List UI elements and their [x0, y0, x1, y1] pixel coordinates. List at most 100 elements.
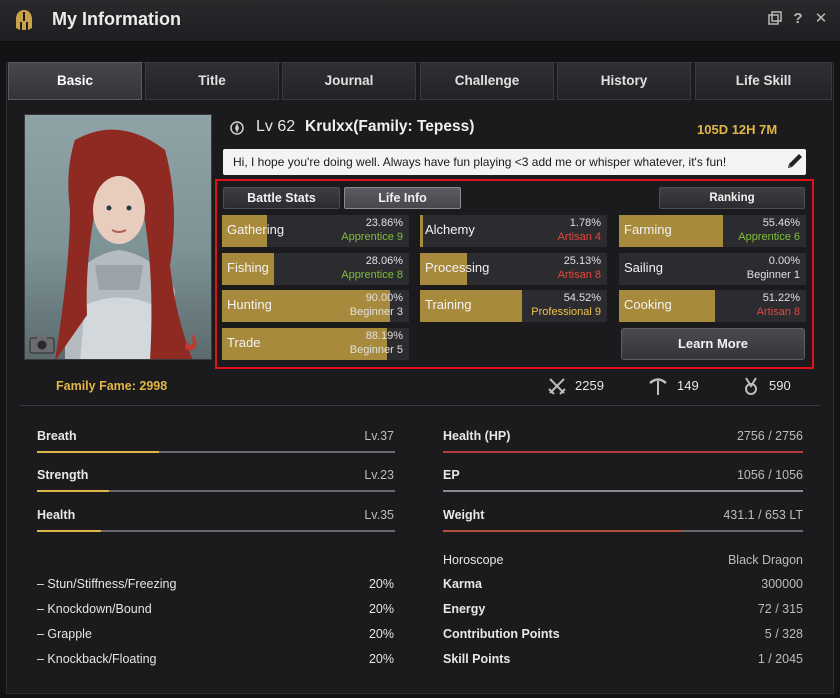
skill-rank: Apprentice 9: [341, 231, 403, 243]
hp-value: 2756 / 2756: [736, 429, 803, 443]
life-skill-training[interactable]: Training 54.52% Professional 9: [420, 290, 607, 322]
skill-percent: 25.13%: [563, 255, 601, 267]
skill-name: Farming: [624, 222, 672, 237]
skill-rank: Apprentice 6: [738, 231, 800, 243]
strength-bar: [37, 490, 395, 492]
resistance-label: – Stun/Stiffness/Freezing: [37, 577, 177, 591]
skill-progress-fill: [420, 215, 424, 247]
weight-bar-fill: [443, 530, 681, 532]
weight-bar: [443, 530, 803, 532]
skill-percent: 51.22%: [762, 292, 800, 304]
skill-name: Sailing: [624, 260, 664, 275]
ep-bar-fill: [443, 490, 803, 492]
camera-icon[interactable]: [29, 334, 55, 354]
life-skill-farming[interactable]: Farming 55.46% Apprentice 6: [619, 215, 806, 247]
skill-points-label: Skill Points: [443, 652, 511, 666]
skill-rank: Beginner 5: [349, 344, 403, 356]
resistance-label: – Grapple: [37, 627, 92, 641]
playtime: 105D 12H 7M: [697, 122, 778, 137]
resistance-label: – Knockback/Floating: [37, 652, 157, 666]
resistance-value: 20%: [368, 627, 394, 641]
tab-title[interactable]: Title: [145, 62, 279, 100]
tab-history[interactable]: History: [557, 62, 691, 100]
skill-rank: Beginner 3: [349, 306, 403, 318]
karma-label: Karma: [443, 577, 482, 591]
bio-field[interactable]: Hi, I hope you're doing well. Always hav…: [223, 149, 806, 175]
breath-bar-fill: [37, 451, 159, 453]
strength-label: Strength: [37, 468, 89, 482]
skill-name: Alchemy: [425, 222, 475, 237]
health-bar: [37, 530, 395, 532]
pickaxe-icon: [649, 378, 667, 395]
tab-life-info[interactable]: Life Info: [344, 187, 461, 209]
ep-value: 1056 / 1056: [736, 468, 803, 482]
life-skill-processing[interactable]: Processing 25.13% Artisan 8: [420, 253, 607, 285]
life-skill-fishing[interactable]: Fishing 28.06% Apprentice 8: [222, 253, 409, 285]
character-portrait: [24, 114, 212, 360]
skill-name: Fishing: [227, 260, 269, 275]
skill-name: Trade: [227, 335, 261, 350]
skill-points-value: 1 / 2045: [757, 652, 803, 666]
life-skill-trade[interactable]: Trade 88.19% Beginner 5: [222, 328, 409, 360]
skill-name: Training: [425, 297, 472, 312]
energy-value: 72 / 315: [757, 602, 803, 616]
skill-percent: 1.78%: [569, 217, 601, 229]
life-skill-cooking[interactable]: Cooking 51.22% Artisan 8: [619, 290, 806, 322]
close-icon[interactable]: ✕: [812, 10, 830, 28]
weight-label: Weight: [443, 508, 485, 522]
skill-percent: 54.52%: [563, 292, 601, 304]
skill-name: Processing: [425, 260, 490, 275]
tab-basic[interactable]: Basic: [8, 62, 142, 100]
life-skill-sailing[interactable]: Sailing 0.00% Beginner 1: [619, 253, 806, 285]
skill-name: Gathering: [227, 222, 285, 237]
skill-rank: Artisan 4: [557, 231, 601, 243]
resistance-value: 20%: [368, 652, 394, 666]
skill-percent: 55.46%: [762, 217, 800, 229]
skill-percent: 0.00%: [768, 255, 800, 267]
skill-percent: 88.19%: [365, 330, 403, 342]
section-divider: [20, 405, 820, 406]
skill-rank: Apprentice 8: [341, 269, 403, 281]
contribution-points-value: 5 / 328: [764, 627, 803, 641]
character-family-name: Krulxx(Family: Tepess): [305, 118, 475, 135]
hp-bar-fill: [443, 451, 803, 453]
skill-rank: Professional 9: [531, 306, 601, 318]
hp-label: Health (HP): [443, 429, 511, 443]
tab-journal[interactable]: Journal: [282, 62, 416, 100]
health-level: Lv.35: [364, 508, 394, 522]
resistance-value: 20%: [368, 577, 394, 591]
health-bar-fill: [37, 530, 102, 532]
tab-battle-stats[interactable]: Battle Stats: [223, 187, 340, 209]
skill-percent: 23.86%: [365, 217, 403, 229]
life-fame-value: 149: [677, 378, 699, 393]
ranking-button[interactable]: Ranking: [659, 187, 805, 209]
breath-level: Lv.37: [364, 429, 394, 443]
skill-rank: Beginner 1: [746, 269, 800, 281]
learn-more-button[interactable]: Learn More: [621, 328, 805, 360]
horoscope-value: Black Dragon: [727, 553, 803, 567]
hp-bar: [443, 451, 803, 453]
combat-fame-value: 2259: [575, 378, 604, 393]
helmet-logo-icon: [16, 10, 32, 30]
life-skill-alchemy[interactable]: Alchemy 1.78% Artisan 4: [420, 215, 607, 247]
help-icon[interactable]: ?: [789, 10, 807, 28]
edit-pencil-icon[interactable]: [785, 151, 805, 171]
resistance-value: 20%: [368, 602, 394, 616]
crossed-swords-icon: [548, 378, 566, 395]
ep-label: EP: [443, 468, 460, 482]
skill-percent: 28.06%: [365, 255, 403, 267]
popout-icon[interactable]: [766, 10, 784, 28]
breath-label: Breath: [37, 429, 77, 443]
strength-bar-fill: [37, 490, 109, 492]
skill-percent: 90.00%: [365, 292, 403, 304]
strength-level: Lv.23: [364, 468, 394, 482]
family-crest-icon: [230, 121, 244, 135]
tab-life-skill[interactable]: Life Skill: [695, 62, 832, 100]
medal-icon: [745, 377, 757, 395]
skill-name: Hunting: [227, 297, 272, 312]
energy-label: Energy: [443, 602, 486, 616]
life-skill-gathering[interactable]: Gathering 23.86% Apprentice 9: [222, 215, 409, 247]
skill-rank: Artisan 8: [557, 269, 601, 281]
tab-challenge[interactable]: Challenge: [420, 62, 554, 100]
life-skill-hunting[interactable]: Hunting 90.00% Beginner 3: [222, 290, 409, 322]
